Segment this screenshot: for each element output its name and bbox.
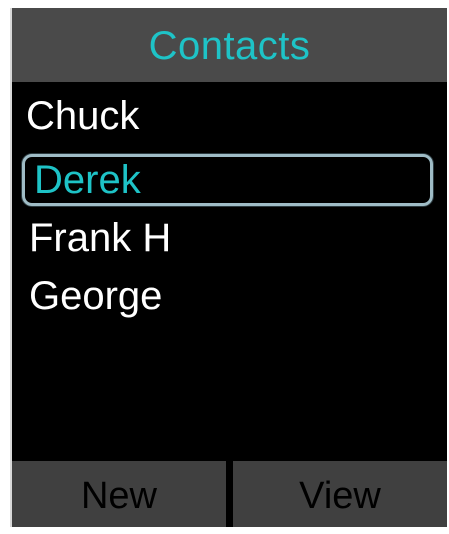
softkey-bar: New View bbox=[12, 461, 447, 527]
new-softkey-button[interactable]: New bbox=[12, 461, 226, 527]
page-title: Contacts bbox=[148, 23, 311, 68]
phone-screen: Contacts Chuck Derek Frank H George New … bbox=[10, 8, 447, 527]
contact-item-frank-h[interactable]: Frank H bbox=[29, 216, 171, 261]
contact-item-george[interactable]: George bbox=[29, 274, 162, 319]
view-softkey-button[interactable]: View bbox=[233, 461, 447, 527]
title-bar: Contacts bbox=[12, 8, 447, 82]
contact-item-chuck[interactable]: Chuck bbox=[26, 94, 139, 139]
contact-item-derek-selected[interactable]: Derek bbox=[22, 154, 433, 206]
